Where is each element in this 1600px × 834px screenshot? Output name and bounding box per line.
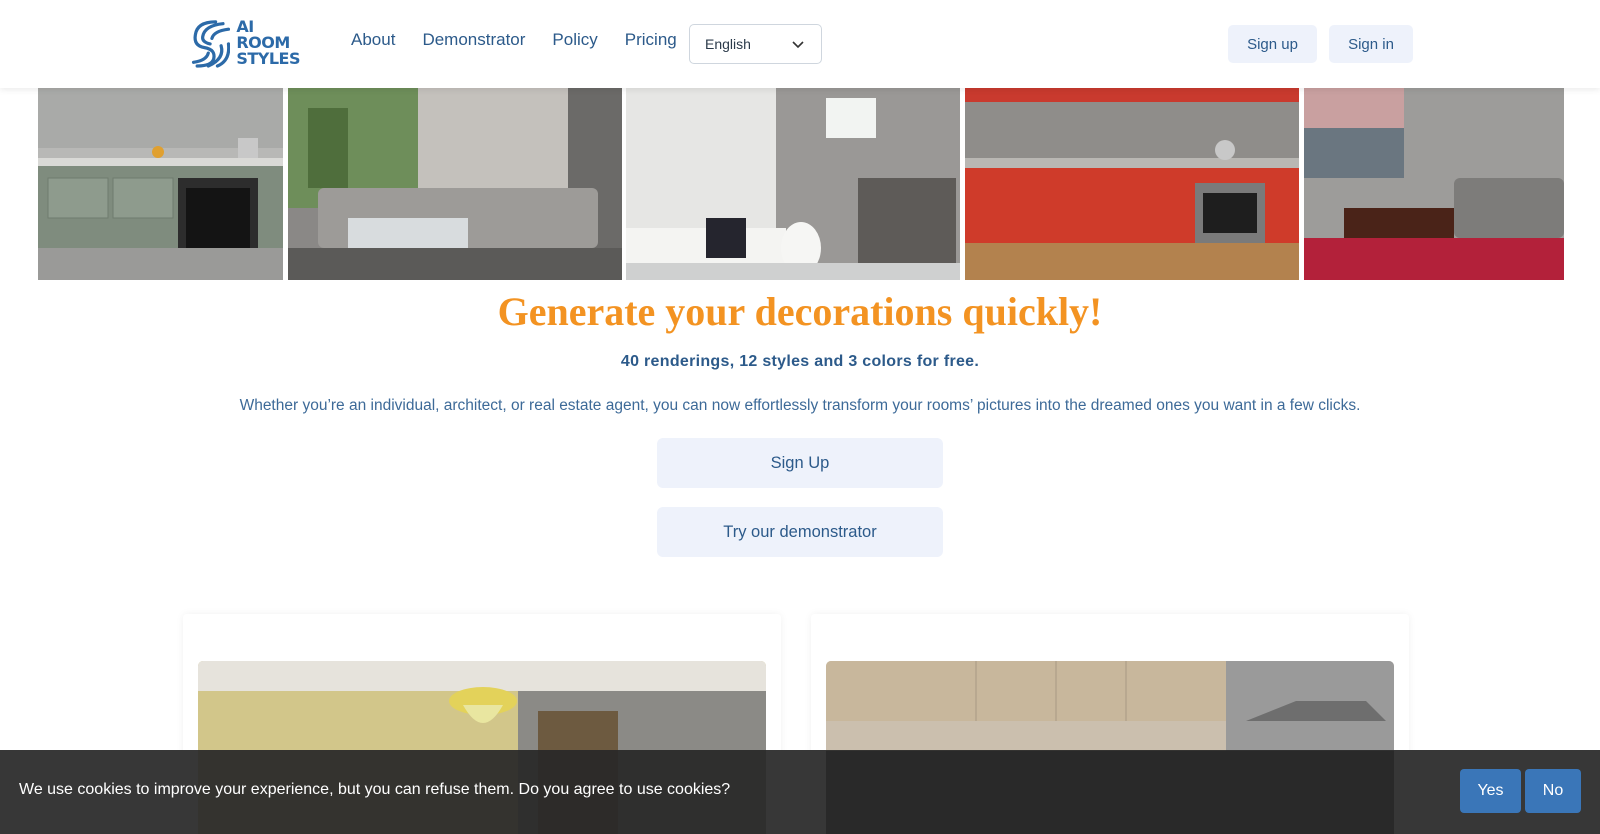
site-header: AI ROOM STYLES About Demonstrator Policy…: [0, 0, 1600, 88]
gallery-image-living-room: [288, 88, 622, 280]
main-nav: About Demonstrator Policy Pricing: [351, 30, 704, 50]
language-selected: English: [705, 36, 751, 52]
logo-mark-icon: [191, 20, 231, 68]
logo-line-3: STYLES: [236, 49, 300, 68]
header-signup-button[interactable]: Sign up: [1228, 25, 1317, 63]
nav-policy[interactable]: Policy: [552, 30, 597, 50]
nav-about[interactable]: About: [351, 30, 395, 50]
gallery-image-kitchen-green: [38, 88, 283, 280]
cookie-banner: We use cookies to improve your experienc…: [0, 750, 1600, 834]
chevron-down-icon: [792, 41, 804, 49]
hero-title: Generate your decorations quickly!: [497, 289, 1103, 334]
gallery-image-kitchen-red: [965, 88, 1299, 280]
logo[interactable]: AI ROOM STYLES: [188, 16, 300, 70]
nav-demonstrator[interactable]: Demonstrator: [422, 30, 525, 50]
hero-description: Whether you’re an individual, architect,…: [239, 397, 1361, 414]
demonstrator-cta-button[interactable]: Try our demonstrator: [657, 507, 943, 557]
cookie-message: We use cookies to improve your experienc…: [19, 781, 731, 798]
hero-subtitle: 40 renderings, 12 styles and 3 colors fo…: [620, 353, 980, 370]
header-signin-button[interactable]: Sign in: [1329, 25, 1413, 63]
cookie-accept-button[interactable]: Yes: [1460, 769, 1521, 813]
signup-cta-button[interactable]: Sign Up: [657, 438, 943, 488]
nav-pricing[interactable]: Pricing: [625, 30, 677, 50]
gallery-image-bathroom: [626, 88, 960, 280]
logo-text: AI ROOM STYLES: [236, 19, 300, 67]
cookie-refuse-button[interactable]: No: [1525, 769, 1581, 813]
language-select[interactable]: English: [689, 24, 822, 64]
gallery-image-balcony-living: [1304, 88, 1564, 280]
